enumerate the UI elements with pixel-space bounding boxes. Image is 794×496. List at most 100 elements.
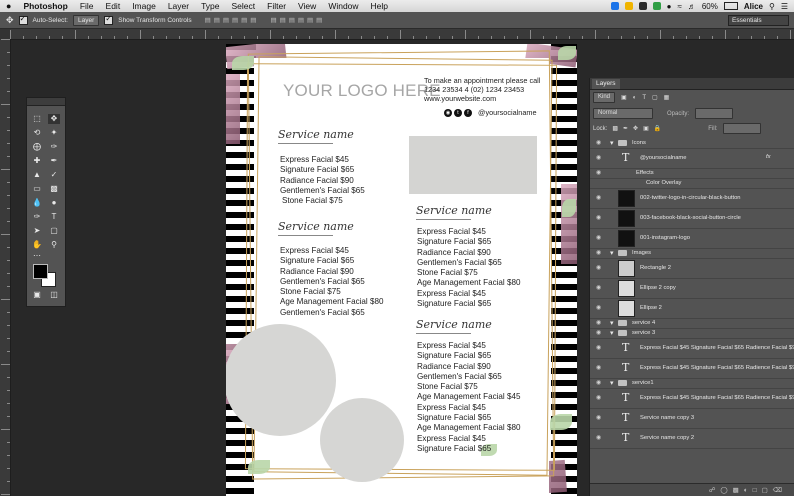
move-tool-button-icon[interactable]: ✥ [48, 114, 60, 124]
visibility-eye-icon[interactable]: ◉ [596, 194, 601, 201]
align-icons[interactable]: ▤▤▤▤▤▤ [205, 16, 260, 24]
filter-shape-icon[interactable]: ▢ [652, 94, 658, 101]
quick-mask-icon[interactable]: ▣ [31, 290, 43, 300]
pen-tool-icon[interactable]: ✑ [31, 212, 43, 222]
dodge-tool-icon[interactable]: ● [48, 198, 60, 208]
layer-actions-icons[interactable]: ☍◯▩◐□▢⌫ [709, 486, 787, 494]
expand-chevron-icon[interactable]: ▾ [610, 319, 614, 327]
menu-list-icon[interactable]: ☰ [781, 2, 788, 11]
eyedropper-icon[interactable]: ✑ [48, 142, 60, 152]
expand-chevron-icon[interactable]: ▾ [610, 139, 614, 147]
blur-tool-icon[interactable]: 💧 [31, 198, 43, 208]
menu-file[interactable]: File [74, 1, 100, 11]
layer-row[interactable]: ◉ T Service name copy 3 [590, 408, 794, 429]
healing-brush-icon[interactable]: ✚ [31, 156, 43, 166]
auto-select-checkbox[interactable] [18, 14, 28, 25]
crop-tool-icon[interactable]: ⨁ [31, 142, 43, 152]
search-icon[interactable]: ⚲ [769, 2, 775, 11]
visibility-eye-icon[interactable]: ◉ [596, 319, 601, 326]
magic-wand-icon[interactable]: ✦ [48, 128, 60, 138]
move-tool-icon[interactable]: ✥ [6, 15, 14, 26]
lock-artboard-icon[interactable]: ▣ [643, 125, 649, 132]
expand-chevron-icon[interactable]: ▾ [610, 249, 614, 257]
workspace-switcher[interactable]: Essentials [728, 15, 789, 26]
eraser-tool-icon[interactable]: ▭ [31, 184, 43, 194]
bluetooth-icon[interactable]: ● [667, 2, 672, 11]
apple-menu-icon[interactable]: ● [0, 1, 17, 11]
layer-row[interactable]: ◉ Ellipse 2 copy [590, 278, 794, 299]
zoom-tool-icon[interactable]: ⚲ [48, 240, 60, 250]
lock-paint-icon[interactable]: ✒ [623, 125, 628, 132]
wifi-icon[interactable]: ≈ [677, 2, 681, 11]
layer-row[interactable]: ◉ T Service name copy 2 [590, 428, 794, 449]
auto-select-dropdown[interactable]: Layer [72, 14, 100, 26]
visibility-eye-icon[interactable]: ◉ [596, 344, 601, 351]
visibility-eye-icon[interactable]: ◉ [596, 214, 601, 221]
history-brush-icon[interactable]: ✓ [48, 170, 60, 180]
menu-filter[interactable]: Filter [261, 1, 292, 11]
lock-all-icon[interactable]: 🔒 [654, 125, 661, 132]
skype-icon[interactable] [610, 2, 619, 10]
visibility-eye-icon[interactable]: ◉ [596, 249, 601, 256]
clone-stamp-icon[interactable]: ▲ [31, 170, 43, 180]
visibility-eye-icon[interactable]: ◉ [596, 394, 601, 401]
volume-icon[interactable]: ♬ [688, 2, 696, 11]
more-tools-icon[interactable]: ⋯ [31, 251, 43, 261]
visibility-eye-icon[interactable]: ◉ [596, 434, 601, 441]
visibility-eye-icon[interactable]: ◉ [596, 154, 601, 161]
filter-smart-icon[interactable]: ▦ [664, 94, 670, 101]
kind-filter-dropdown[interactable]: Kind [593, 92, 616, 103]
horizontal-ruler[interactable] [10, 29, 794, 40]
menu-select[interactable]: Select [226, 1, 262, 11]
app-menu[interactable]: Photoshop [17, 1, 73, 11]
layer-row[interactable]: ◉ 001-instagram-logo [590, 228, 794, 249]
blend-mode-dropdown[interactable]: Normal [593, 108, 653, 119]
menu-image[interactable]: Image [126, 1, 162, 11]
fill-field[interactable] [722, 123, 761, 134]
foreground-color-swatch[interactable] [33, 264, 48, 279]
type-tool-icon[interactable]: T [48, 212, 60, 222]
layer-row[interactable]: ◉ 003-facebook-black-social-button-circle [590, 208, 794, 229]
menu-type[interactable]: Type [195, 1, 225, 11]
menu-edit[interactable]: Edit [100, 1, 127, 11]
layers-tab[interactable]: Layers [592, 79, 620, 89]
evernote-icon[interactable] [652, 2, 661, 10]
visibility-eye-icon[interactable]: ◉ [596, 139, 601, 146]
path-selection-icon[interactable]: ➤ [31, 226, 43, 236]
menu-layer[interactable]: Layer [162, 1, 195, 11]
menu-view[interactable]: View [292, 1, 322, 11]
menu-window[interactable]: Window [322, 1, 364, 11]
tools-panel-header[interactable] [27, 98, 65, 106]
visibility-eye-icon[interactable]: ◉ [596, 169, 601, 176]
layer-row[interactable]: ◉ T Express Facial $45 Signature Facial $6… [590, 358, 794, 379]
visibility-eye-icon[interactable]: ◉ [596, 364, 601, 371]
notes-icon[interactable] [624, 2, 633, 10]
battery-text[interactable]: 60% [702, 2, 718, 11]
shape-tool-icon[interactable]: ▢ [48, 226, 60, 236]
lock-position-icon[interactable]: ✥ [633, 125, 638, 132]
layer-row[interactable]: ◉ Tfx @yoursocialname [590, 148, 794, 169]
opacity-field[interactable] [695, 108, 734, 119]
gradient-tool-icon[interactable]: ▩ [48, 184, 60, 194]
ruler-origin[interactable] [0, 29, 10, 39]
filter-type-icon[interactable]: T [642, 95, 646, 101]
expand-chevron-icon[interactable]: ▾ [610, 379, 614, 387]
menu-help[interactable]: Help [365, 1, 394, 11]
document-canvas[interactable]: YOUR LOGO HERE To make an appointment pl… [226, 44, 577, 496]
layer-row[interactable]: ◉ T Express Facial $45 Signature Facial $6… [590, 388, 794, 409]
vertical-ruler[interactable] [0, 39, 11, 496]
visibility-eye-icon[interactable]: ◉ [596, 284, 601, 291]
visibility-eye-icon[interactable]: ◉ [596, 234, 601, 241]
filter-pixel-icon[interactable]: ▣ [621, 94, 627, 101]
layer-row[interactable]: ◉ T Express Facial $45 Signature Facial $6… [590, 338, 794, 359]
brush-tool-icon[interactable]: ✒ [48, 156, 60, 166]
lasso-tool-icon[interactable]: ⟲ [31, 128, 43, 138]
filter-adjust-icon[interactable]: ◐ [633, 95, 637, 101]
visibility-eye-icon[interactable]: ◉ [596, 329, 601, 336]
battery-icon[interactable] [723, 2, 738, 10]
expand-chevron-icon[interactable]: ▾ [610, 329, 614, 337]
visibility-eye-icon[interactable]: ◉ [596, 304, 601, 311]
lock-pixels-icon[interactable]: ▩ [612, 125, 618, 132]
layer-row[interactable]: ◉ 002-twitter-logo-in-circular-black-butt… [590, 188, 794, 209]
visibility-eye-icon[interactable]: ◉ [596, 379, 601, 386]
